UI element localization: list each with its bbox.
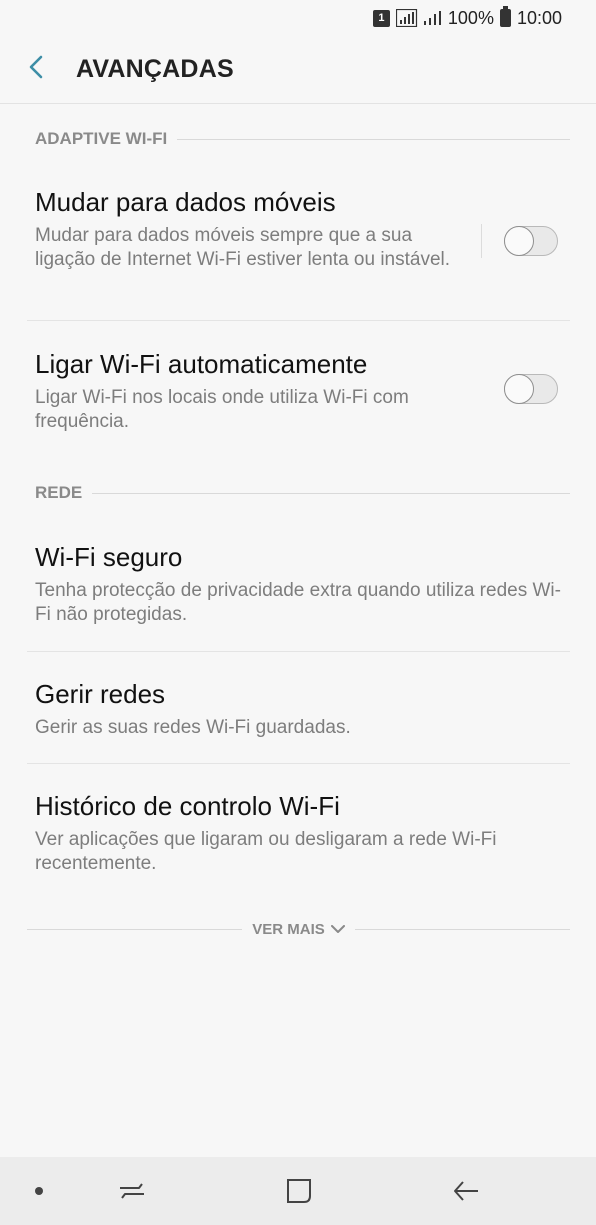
section-header-rede: REDE <box>35 483 570 503</box>
signal-icon <box>423 10 442 26</box>
dot-icon <box>34 1186 44 1196</box>
section-divider <box>92 492 570 494</box>
section-header-adaptive-wifi: ADAPTIVE WI-FI <box>35 129 570 149</box>
setting-summary: Tenha protecção de privacidade extra qua… <box>35 580 561 625</box>
setting-summary: Mudar para dados móveis sempre que a sua… <box>35 225 451 270</box>
setting-summary: Ver aplicações que ligaram ou desligaram… <box>35 829 497 874</box>
list-divider <box>27 651 570 652</box>
app-header: AVANÇADAS <box>0 36 596 104</box>
recents-button[interactable] <box>118 1177 146 1210</box>
toggle-switch-mobile-data[interactable] <box>503 225 558 256</box>
see-more-button[interactable]: VER MAIS <box>252 921 345 938</box>
clock: 10:00 <box>516 7 562 28</box>
sim-icon: 1 <box>372 9 390 27</box>
see-more-row: VER MAIS <box>27 918 571 940</box>
setting-manage-networks[interactable]: Gerir redes Gerir as suas redes Wi-Fi gu… <box>0 678 596 740</box>
home-button[interactable] <box>285 1177 313 1210</box>
see-more-divider-right <box>354 928 571 930</box>
setting-title: Histórico de controlo Wi-Fi <box>35 791 340 821</box>
see-more-label: VER MAIS <box>252 920 325 938</box>
setting-title: Wi-Fi seguro <box>35 542 183 572</box>
battery-percent: 100% <box>447 7 494 28</box>
section-label: ADAPTIVE WI-FI <box>35 129 168 148</box>
toggle-switch-auto-wifi[interactable] <box>503 373 558 404</box>
navigation-bar <box>0 1157 596 1225</box>
toggle-knob <box>503 373 534 404</box>
setting-secure-wifi[interactable]: Wi-Fi seguro Tenha protecção de privacid… <box>0 541 596 627</box>
chevron-down-icon <box>330 921 345 938</box>
section-divider <box>177 138 570 140</box>
toggle-knob <box>503 225 534 256</box>
back-arrow-icon <box>452 1177 480 1210</box>
switch-area <box>503 373 558 404</box>
list-divider <box>27 763 570 764</box>
list-divider <box>27 320 570 321</box>
switch-area <box>481 224 558 258</box>
status-bar: 1 100% 10:00 <box>0 0 596 36</box>
setting-title: Ligar Wi-Fi automaticamente <box>35 349 368 379</box>
recents-icon <box>118 1177 146 1210</box>
setting-summary: Ligar Wi-Fi nos locais onde utiliza Wi-F… <box>35 387 409 432</box>
signal-hd-icon <box>395 9 418 27</box>
back-button[interactable] <box>0 36 76 104</box>
section-label: REDE <box>35 483 83 502</box>
setting-wifi-history[interactable]: Histórico de controlo Wi-Fi Ver aplicaçõ… <box>0 790 596 876</box>
chevron-left-icon <box>28 55 44 84</box>
see-more-divider-left <box>27 928 243 930</box>
home-icon <box>285 1177 313 1210</box>
vertical-divider <box>481 224 482 258</box>
setting-summary: Gerir as suas redes Wi-Fi guardadas. <box>35 717 351 738</box>
battery-icon <box>499 6 511 27</box>
setting-title: Mudar para dados móveis <box>35 187 336 217</box>
back-nav-button[interactable] <box>452 1177 480 1210</box>
setting-title: Gerir redes <box>35 679 166 709</box>
page-title: AVANÇADAS <box>76 55 234 83</box>
